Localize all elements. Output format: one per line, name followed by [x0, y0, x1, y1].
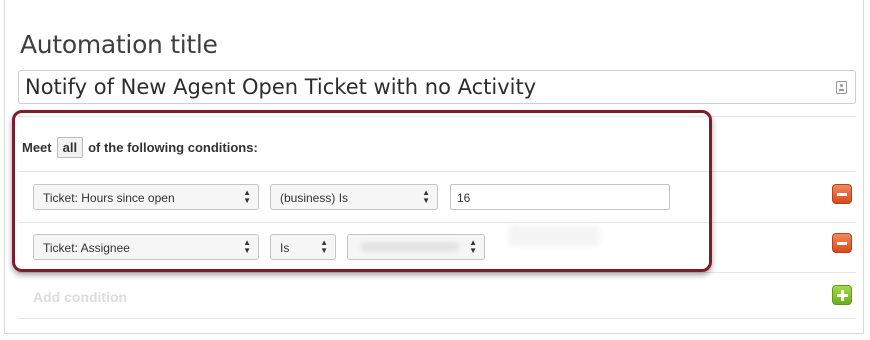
conditions-highlight-box	[12, 110, 712, 272]
contact-card-icon	[836, 81, 847, 94]
divider	[18, 318, 856, 319]
add-condition-button[interactable]	[832, 285, 852, 305]
automation-title-label: Automation title	[20, 30, 218, 59]
remove-condition-button[interactable]	[832, 233, 852, 253]
add-condition-link[interactable]: Add condition	[33, 289, 127, 305]
automation-title-input[interactable]: Notify of New Agent Open Ticket with no …	[18, 70, 856, 104]
divider	[18, 272, 856, 273]
remove-condition-button[interactable]	[832, 184, 852, 204]
automation-title-value[interactable]: Notify of New Agent Open Ticket with no …	[25, 75, 536, 99]
